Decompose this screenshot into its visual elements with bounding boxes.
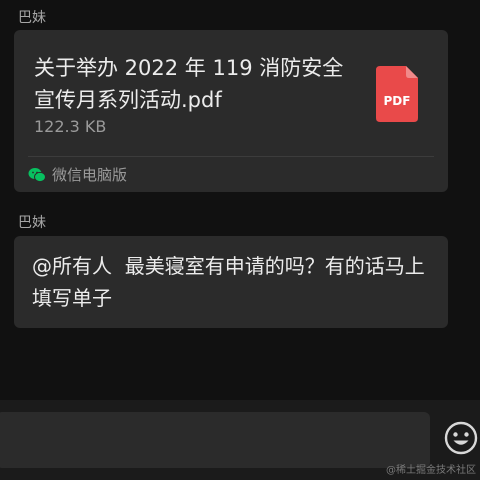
sender-name: 巴妹 [18,10,46,26]
message-text: @所有人 最美寝室有申请的吗？有的话马上填写单子 [32,254,425,310]
pdf-file-icon: PDF [376,66,418,122]
chat-window: 巴妹 关于举办 2022 年 119 消防安全宣传月系列活动.pdf 122.3… [0,0,480,480]
watermark: @稀土掘金技术社区 [386,465,476,476]
file-message-card[interactable]: 关于举办 2022 年 119 消防安全宣传月系列活动.pdf 122.3 KB… [14,30,448,192]
file-source-label: 微信电脑版 [52,166,128,184]
wechat-icon [28,167,46,183]
card-divider [28,156,434,157]
file-name: 关于举办 2022 年 119 消防安全宣传月系列活动.pdf [34,56,344,112]
message-input[interactable] [0,412,430,468]
text-message-bubble[interactable]: @所有人 最美寝室有申请的吗？有的话马上填写单子 [14,236,448,328]
file-size: 122.3 KB [34,117,107,136]
emoji-icon[interactable] [444,421,478,455]
pdf-icon-label: PDF [383,94,411,108]
sender-name: 巴妹 [18,215,46,231]
